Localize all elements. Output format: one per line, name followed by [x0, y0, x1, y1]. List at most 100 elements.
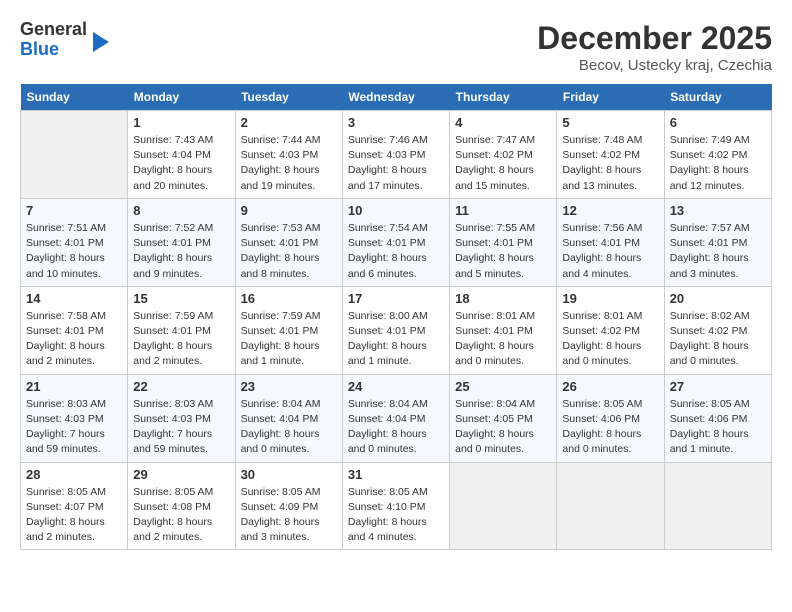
calendar-cell: 6 Sunrise: 7:49 AMSunset: 4:02 PMDaylight…	[664, 111, 771, 199]
weekday-header-tuesday: Tuesday	[235, 84, 342, 111]
calendar-cell: 11 Sunrise: 7:55 AMSunset: 4:01 PMDayligh…	[450, 198, 557, 286]
day-number: 9	[241, 203, 337, 218]
calendar-cell: 3 Sunrise: 7:46 AMSunset: 4:03 PMDaylight…	[342, 111, 449, 199]
weekday-header-row: SundayMondayTuesdayWednesdayThursdayFrid…	[21, 84, 772, 111]
day-number: 13	[670, 203, 766, 218]
day-number: 5	[562, 115, 658, 130]
day-number: 11	[455, 203, 551, 218]
day-info: Sunrise: 8:05 AMSunset: 4:06 PMDaylight:…	[562, 397, 658, 458]
calendar-cell: 17Sunrise: 8:00 AMSunset: 4:01 PMDayligh…	[342, 286, 449, 374]
day-number: 15	[133, 291, 229, 306]
calendar-cell: 23 Sunrise: 8:04 AMSunset: 4:04 PMDayligh…	[235, 374, 342, 462]
day-number: 16	[241, 291, 337, 306]
day-info: Sunrise: 7:47 AMSunset: 4:02 PMDaylight:…	[455, 133, 551, 194]
day-number: 26	[562, 379, 658, 394]
calendar-cell: 31Sunrise: 8:05 AMSunset: 4:10 PMDayligh…	[342, 462, 449, 550]
calendar-cell	[664, 462, 771, 550]
calendar-cell: 18Sunrise: 8:01 AMSunset: 4:01 PMDayligh…	[450, 286, 557, 374]
day-number: 24	[348, 379, 444, 394]
day-info: Sunrise: 7:59 AMSunset: 4:01 PMDaylight:…	[133, 309, 229, 370]
calendar-cell: 30Sunrise: 8:05 AMSunset: 4:09 PMDayligh…	[235, 462, 342, 550]
day-info: Sunrise: 7:54 AMSunset: 4:01 PMDaylight:…	[348, 221, 444, 282]
day-number: 2	[241, 115, 337, 130]
calendar-cell	[450, 462, 557, 550]
calendar-cell: 25 Sunrise: 8:04 AMSunset: 4:05 PMDayligh…	[450, 374, 557, 462]
day-number: 31	[348, 467, 444, 482]
weekday-header-saturday: Saturday	[664, 84, 771, 111]
day-number: 12	[562, 203, 658, 218]
day-info: Sunrise: 7:49 AMSunset: 4:02 PMDaylight:…	[670, 133, 766, 194]
day-info: Sunrise: 8:05 AMSunset: 4:07 PMDaylight:…	[26, 485, 122, 546]
calendar-cell: 2 Sunrise: 7:44 AMSunset: 4:03 PMDaylight…	[235, 111, 342, 199]
day-info: Sunrise: 7:48 AMSunset: 4:02 PMDaylight:…	[562, 133, 658, 194]
calendar-cell: 28Sunrise: 8:05 AMSunset: 4:07 PMDayligh…	[21, 462, 128, 550]
day-number: 7	[26, 203, 122, 218]
calendar-table: SundayMondayTuesdayWednesdayThursdayFrid…	[20, 84, 772, 550]
weekday-header-friday: Friday	[557, 84, 664, 111]
day-number: 21	[26, 379, 122, 394]
calendar-cell: 15 Sunrise: 7:59 AMSunset: 4:01 PMDayligh…	[128, 286, 235, 374]
weekday-header-thursday: Thursday	[450, 84, 557, 111]
logo-blue: Blue	[20, 39, 59, 59]
day-number: 20	[670, 291, 766, 306]
calendar-cell: 9 Sunrise: 7:53 AMSunset: 4:01 PMDaylight…	[235, 198, 342, 286]
day-info: Sunrise: 7:55 AMSunset: 4:01 PMDaylight:…	[455, 221, 551, 282]
day-info: Sunrise: 8:00 AMSunset: 4:01 PMDaylight:…	[348, 309, 444, 370]
day-info: Sunrise: 7:44 AMSunset: 4:03 PMDaylight:…	[241, 133, 337, 194]
day-info: Sunrise: 7:59 AMSunset: 4:01 PMDaylight:…	[241, 309, 337, 370]
calendar-cell: 14Sunrise: 7:58 AMSunset: 4:01 PMDayligh…	[21, 286, 128, 374]
day-info: Sunrise: 7:52 AMSunset: 4:01 PMDaylight:…	[133, 221, 229, 282]
calendar-cell	[21, 111, 128, 199]
day-info: Sunrise: 8:03 AMSunset: 4:03 PMDaylight:…	[26, 397, 122, 458]
calendar-cell: 8 Sunrise: 7:52 AMSunset: 4:01 PMDaylight…	[128, 198, 235, 286]
logo-general: General	[20, 19, 87, 39]
day-number: 3	[348, 115, 444, 130]
logo-arrow-icon	[93, 32, 109, 52]
day-info: Sunrise: 7:51 AMSunset: 4:01 PMDaylight:…	[26, 221, 122, 282]
calendar-cell: 13 Sunrise: 7:57 AMSunset: 4:01 PMDayligh…	[664, 198, 771, 286]
day-info: Sunrise: 8:04 AMSunset: 4:04 PMDaylight:…	[241, 397, 337, 458]
day-info: Sunrise: 7:56 AMSunset: 4:01 PMDaylight:…	[562, 221, 658, 282]
day-info: Sunrise: 7:46 AMSunset: 4:03 PMDaylight:…	[348, 133, 444, 194]
day-info: Sunrise: 8:05 AMSunset: 4:06 PMDaylight:…	[670, 397, 766, 458]
day-info: Sunrise: 7:57 AMSunset: 4:01 PMDaylight:…	[670, 221, 766, 282]
calendar-cell: 24 Sunrise: 8:04 AMSunset: 4:04 PMDayligh…	[342, 374, 449, 462]
day-info: Sunrise: 8:05 AMSunset: 4:09 PMDaylight:…	[241, 485, 337, 546]
day-number: 22	[133, 379, 229, 394]
day-number: 14	[26, 291, 122, 306]
weekday-header-sunday: Sunday	[21, 84, 128, 111]
day-info: Sunrise: 8:01 AMSunset: 4:02 PMDaylight:…	[562, 309, 658, 370]
day-number: 6	[670, 115, 766, 130]
day-info: Sunrise: 8:02 AMSunset: 4:02 PMDaylight:…	[670, 309, 766, 370]
weekday-header-monday: Monday	[128, 84, 235, 111]
day-number: 23	[241, 379, 337, 394]
day-number: 25	[455, 379, 551, 394]
day-info: Sunrise: 8:04 AMSunset: 4:04 PMDaylight:…	[348, 397, 444, 458]
calendar-cell: 26 Sunrise: 8:05 AMSunset: 4:06 PMDayligh…	[557, 374, 664, 462]
day-info: Sunrise: 7:43 AMSunset: 4:04 PMDaylight:…	[133, 133, 229, 194]
day-info: Sunrise: 8:01 AMSunset: 4:01 PMDaylight:…	[455, 309, 551, 370]
day-number: 10	[348, 203, 444, 218]
calendar-week-row: 28Sunrise: 8:05 AMSunset: 4:07 PMDayligh…	[21, 462, 772, 550]
calendar-cell: 16 Sunrise: 7:59 AMSunset: 4:01 PMDayligh…	[235, 286, 342, 374]
calendar-cell: 29 Sunrise: 8:05 AMSunset: 4:08 PMDayligh…	[128, 462, 235, 550]
day-number: 1	[133, 115, 229, 130]
calendar-cell: 20 Sunrise: 8:02 AMSunset: 4:02 PMDayligh…	[664, 286, 771, 374]
day-info: Sunrise: 7:53 AMSunset: 4:01 PMDaylight:…	[241, 221, 337, 282]
calendar-cell: 21 Sunrise: 8:03 AMSunset: 4:03 PMDayligh…	[21, 374, 128, 462]
calendar-cell: 19Sunrise: 8:01 AMSunset: 4:02 PMDayligh…	[557, 286, 664, 374]
calendar-cell: 10 Sunrise: 7:54 AMSunset: 4:01 PMDayligh…	[342, 198, 449, 286]
calendar-cell: 27 Sunrise: 8:05 AMSunset: 4:06 PMDayligh…	[664, 374, 771, 462]
day-number: 27	[670, 379, 766, 394]
weekday-header-wednesday: Wednesday	[342, 84, 449, 111]
day-info: Sunrise: 8:05 AMSunset: 4:08 PMDaylight:…	[133, 485, 229, 546]
calendar-cell	[557, 462, 664, 550]
day-number: 29	[133, 467, 229, 482]
logo-text-block: General Blue	[20, 20, 87, 60]
day-info: Sunrise: 8:03 AMSunset: 4:03 PMDaylight:…	[133, 397, 229, 458]
calendar-cell: 12 Sunrise: 7:56 AMSunset: 4:01 PMDayligh…	[557, 198, 664, 286]
page-header: General Blue December 2025 Becov, Usteck…	[20, 20, 772, 74]
calendar-cell: 22 Sunrise: 8:03 AMSunset: 4:03 PMDayligh…	[128, 374, 235, 462]
day-number: 8	[133, 203, 229, 218]
day-info: Sunrise: 8:04 AMSunset: 4:05 PMDaylight:…	[455, 397, 551, 458]
